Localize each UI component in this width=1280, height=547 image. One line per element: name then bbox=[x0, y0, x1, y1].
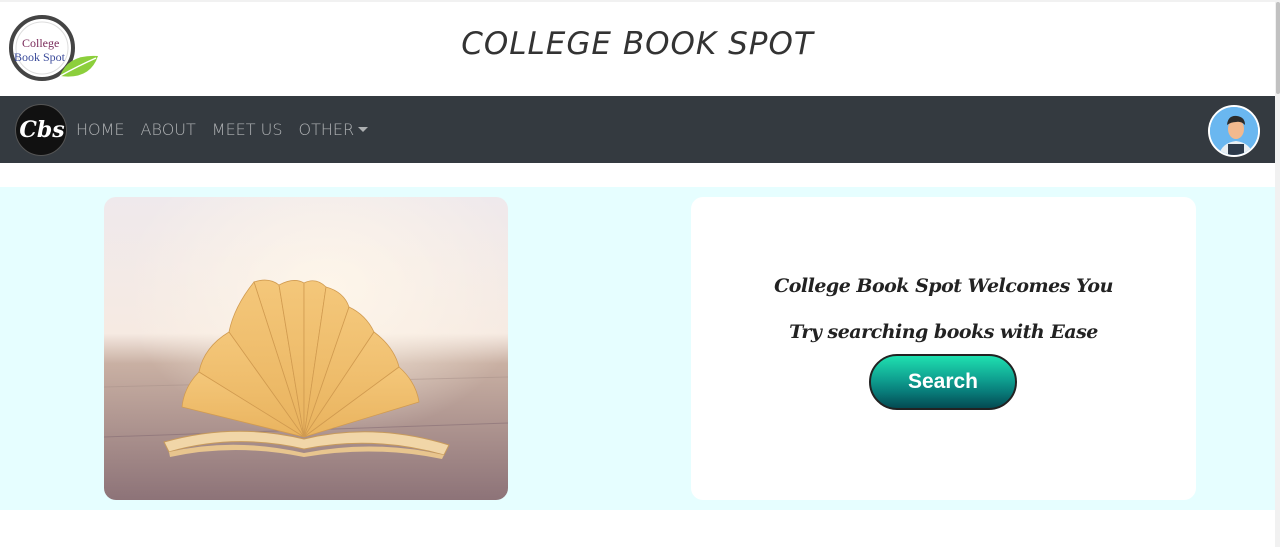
nav-about[interactable]: ABOUT bbox=[141, 120, 196, 139]
nav-meet-us[interactable]: MEET US bbox=[212, 120, 283, 139]
nav-home[interactable]: HOME bbox=[76, 120, 125, 139]
hero-section: College Book Spot Welcomes You Try searc… bbox=[0, 187, 1275, 510]
welcome-card: College Book Spot Welcomes You Try searc… bbox=[691, 197, 1196, 500]
tagline-text: Try searching books with Ease bbox=[789, 321, 1098, 343]
search-button[interactable]: Search bbox=[869, 354, 1017, 410]
brand-text: Cbs bbox=[19, 117, 65, 143]
book-photo bbox=[104, 197, 508, 500]
user-avatar[interactable] bbox=[1208, 105, 1260, 157]
nav-links: HOME ABOUT MEET US OTHER bbox=[76, 96, 384, 163]
open-book-image bbox=[104, 197, 508, 500]
brand-logo[interactable]: Cbs bbox=[15, 104, 67, 156]
page-title: COLLEGE BOOK SPOT bbox=[461, 26, 814, 62]
welcome-heading: College Book Spot Welcomes You bbox=[774, 275, 1113, 297]
main-navbar: Cbs HOME ABOUT MEET US OTHER bbox=[0, 96, 1275, 163]
scrollbar-thumb[interactable] bbox=[1276, 2, 1280, 94]
site-header: College Book Spot COLLEGE BOOK SPOT bbox=[0, 0, 1275, 96]
user-avatar-icon bbox=[1210, 107, 1258, 155]
nav-other-dropdown[interactable]: OTHER bbox=[299, 120, 369, 139]
